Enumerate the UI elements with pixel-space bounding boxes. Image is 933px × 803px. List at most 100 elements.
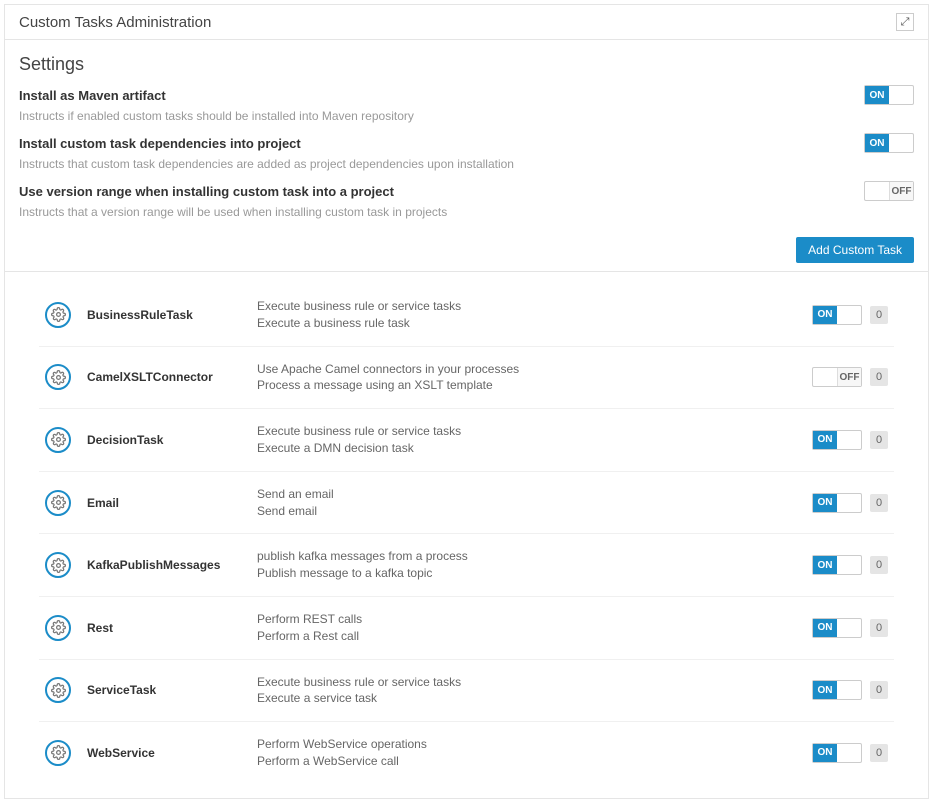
count-badge[interactable]: 0 bbox=[870, 368, 888, 386]
toggle-setting-1[interactable]: ON bbox=[864, 133, 914, 153]
setting-label: Install custom task dependencies into pr… bbox=[19, 136, 301, 151]
toggle-task-6[interactable]: ON bbox=[812, 680, 862, 700]
tasks-list: BusinessRuleTaskExecute business rule or… bbox=[19, 272, 914, 784]
gear-icon bbox=[45, 364, 71, 390]
task-desc-line: Execute business rule or service tasks bbox=[257, 423, 812, 440]
gear-icon bbox=[45, 302, 71, 328]
count-badge[interactable]: 0 bbox=[870, 431, 888, 449]
add-button-row: Add Custom Task bbox=[19, 229, 914, 263]
setting-block: Install as Maven artifact ON Instructs if … bbox=[19, 85, 914, 123]
admin-panel: Custom Tasks Administration ⤢ Settings I… bbox=[4, 4, 929, 799]
gear-icon bbox=[45, 490, 71, 516]
toggle-task-1[interactable]: OFF bbox=[812, 367, 862, 387]
task-desc: Execute business rule or service tasksEx… bbox=[257, 298, 812, 332]
count-badge[interactable]: 0 bbox=[870, 556, 888, 574]
task-row[interactable]: BusinessRuleTaskExecute business rule or… bbox=[39, 284, 894, 347]
expand-icon: ⤢ bbox=[901, 16, 910, 29]
task-desc-line: Execute business rule or service tasks bbox=[257, 298, 812, 315]
task-row[interactable]: CamelXSLTConnectorUse Apache Camel conne… bbox=[39, 347, 894, 410]
task-row[interactable]: EmailSend an emailSend emailON0 bbox=[39, 472, 894, 535]
toggle-label: ON bbox=[865, 86, 889, 104]
panel-title: Custom Tasks Administration bbox=[19, 14, 211, 31]
task-controls: ON 0 bbox=[812, 555, 888, 575]
task-desc-line: Perform REST calls bbox=[257, 611, 812, 628]
gear-icon bbox=[45, 677, 71, 703]
setting-block: Use version range when installing custom… bbox=[19, 181, 914, 219]
task-controls: OFF 0 bbox=[812, 367, 888, 387]
panel-header: Custom Tasks Administration ⤢ bbox=[5, 5, 928, 40]
expand-button[interactable]: ⤢ bbox=[896, 13, 914, 31]
task-row[interactable]: WebServicePerform WebService operationsP… bbox=[39, 722, 894, 784]
toggle-label: ON bbox=[813, 431, 837, 449]
task-controls: ON 0 bbox=[812, 430, 888, 450]
toggle-label: ON bbox=[813, 619, 837, 637]
toggle-label: ON bbox=[813, 494, 837, 512]
setting-row: Use version range when installing custom… bbox=[19, 181, 914, 201]
setting-desc: Instructs that a version range will be u… bbox=[19, 205, 914, 219]
task-desc: Perform REST callsPerform a Rest call bbox=[257, 611, 812, 645]
task-name: CamelXSLTConnector bbox=[87, 370, 257, 384]
setting-label: Install as Maven artifact bbox=[19, 88, 166, 103]
gear-icon bbox=[45, 740, 71, 766]
task-row[interactable]: DecisionTaskExecute business rule or ser… bbox=[39, 409, 894, 472]
task-name: DecisionTask bbox=[87, 433, 257, 447]
task-row[interactable]: KafkaPublishMessagespublish kafka messag… bbox=[39, 534, 894, 597]
task-name: ServiceTask bbox=[87, 683, 257, 697]
setting-desc: Instructs that custom task dependencies … bbox=[19, 157, 914, 171]
task-controls: ON 0 bbox=[812, 618, 888, 638]
count-badge[interactable]: 0 bbox=[870, 744, 888, 762]
setting-block: Install custom task dependencies into pr… bbox=[19, 133, 914, 171]
task-desc-line: Use Apache Camel connectors in your proc… bbox=[257, 361, 812, 378]
toggle-task-0[interactable]: ON bbox=[812, 305, 862, 325]
task-desc-line: Execute business rule or service tasks bbox=[257, 674, 812, 691]
toggle-setting-0[interactable]: ON bbox=[864, 85, 914, 105]
toggle-label: OFF bbox=[837, 368, 861, 386]
task-name: BusinessRuleTask bbox=[87, 308, 257, 322]
setting-desc: Instructs if enabled custom tasks should… bbox=[19, 109, 914, 123]
task-desc: Perform WebService operationsPerform a W… bbox=[257, 736, 812, 770]
task-controls: ON 0 bbox=[812, 743, 888, 763]
task-desc-line: Perform a WebService call bbox=[257, 753, 812, 770]
task-row[interactable]: ServiceTaskExecute business rule or serv… bbox=[39, 660, 894, 723]
setting-row: Install custom task dependencies into pr… bbox=[19, 133, 914, 153]
task-desc-line: Execute a service task bbox=[257, 690, 812, 707]
add-custom-task-button[interactable]: Add Custom Task bbox=[796, 237, 914, 263]
task-desc: Execute business rule or service tasksEx… bbox=[257, 423, 812, 457]
toggle-task-5[interactable]: ON bbox=[812, 618, 862, 638]
count-badge[interactable]: 0 bbox=[870, 681, 888, 699]
gear-icon bbox=[45, 615, 71, 641]
toggle-task-3[interactable]: ON bbox=[812, 493, 862, 513]
task-name: WebService bbox=[87, 746, 257, 760]
task-desc: Use Apache Camel connectors in your proc… bbox=[257, 361, 812, 395]
toggle-setting-2[interactable]: OFF bbox=[864, 181, 914, 201]
task-desc-line: Process a message using an XSLT template bbox=[257, 377, 812, 394]
toggle-label: ON bbox=[865, 134, 889, 152]
task-desc-line: Send email bbox=[257, 503, 812, 520]
toggle-label: ON bbox=[813, 556, 837, 574]
task-desc: publish kafka messages from a processPub… bbox=[257, 548, 812, 582]
panel-content: Settings Install as Maven artifactONInst… bbox=[5, 40, 928, 798]
toggle-task-2[interactable]: ON bbox=[812, 430, 862, 450]
toggle-task-4[interactable]: ON bbox=[812, 555, 862, 575]
task-desc-line: Execute a DMN decision task bbox=[257, 440, 812, 457]
toggle-task-7[interactable]: ON bbox=[812, 743, 862, 763]
task-desc: Send an emailSend email bbox=[257, 486, 812, 520]
task-desc-line: Publish message to a kafka topic bbox=[257, 565, 812, 582]
task-row[interactable]: RestPerform REST callsPerform a Rest cal… bbox=[39, 597, 894, 660]
task-controls: ON 0 bbox=[812, 680, 888, 700]
setting-label: Use version range when installing custom… bbox=[19, 184, 394, 199]
settings-title: Settings bbox=[19, 54, 914, 75]
task-name: Rest bbox=[87, 621, 257, 635]
task-desc-line: Send an email bbox=[257, 486, 812, 503]
count-badge[interactable]: 0 bbox=[870, 306, 888, 324]
gear-icon bbox=[45, 427, 71, 453]
task-desc: Execute business rule or service tasksEx… bbox=[257, 674, 812, 708]
task-controls: ON 0 bbox=[812, 305, 888, 325]
task-name: KafkaPublishMessages bbox=[87, 558, 257, 572]
task-desc-line: Execute a business rule task bbox=[257, 315, 812, 332]
toggle-label: ON bbox=[813, 744, 837, 762]
toggle-label: ON bbox=[813, 681, 837, 699]
count-badge[interactable]: 0 bbox=[870, 619, 888, 637]
count-badge[interactable]: 0 bbox=[870, 494, 888, 512]
task-desc-line: publish kafka messages from a process bbox=[257, 548, 812, 565]
